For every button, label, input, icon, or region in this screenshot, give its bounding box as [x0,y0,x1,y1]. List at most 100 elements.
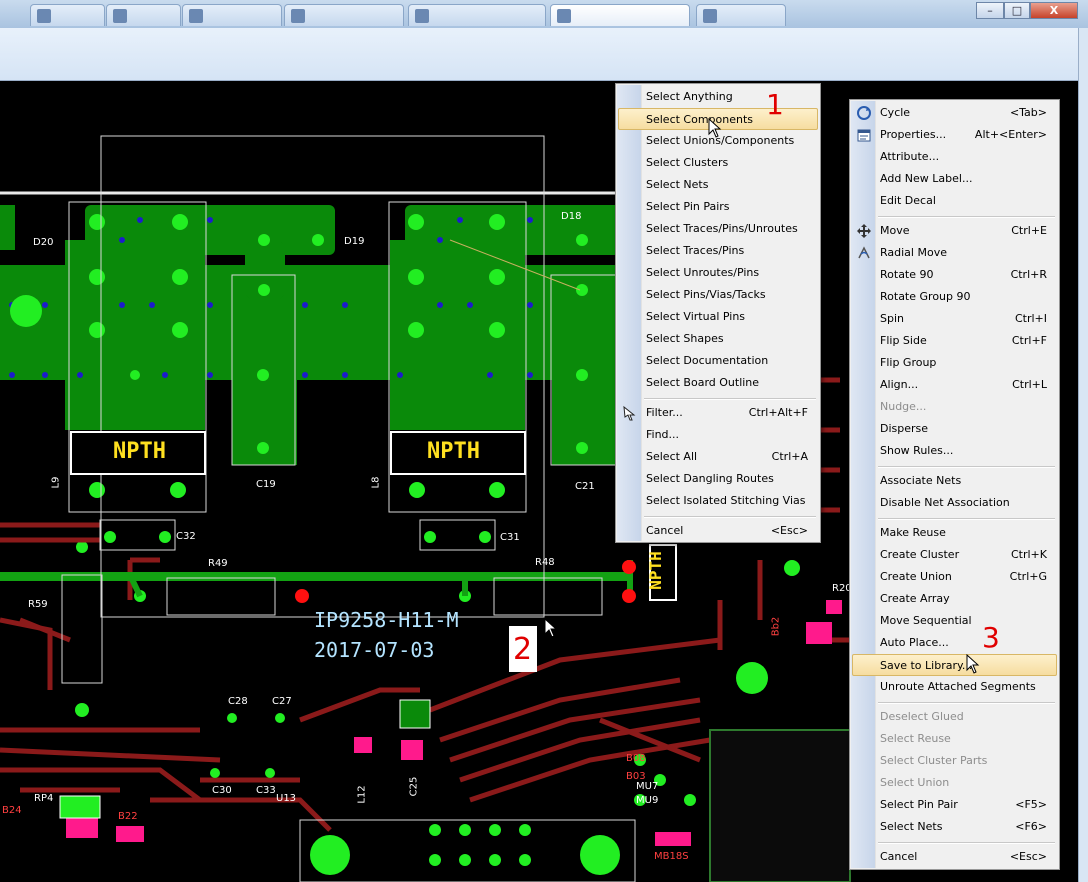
menu-item-select-pin-pair[interactable]: Select Pin Pair <F5> [852,794,1057,816]
tab-favicon-icon [415,9,429,23]
menu-item-associate-nets[interactable]: Associate Nets [852,470,1057,492]
menu-item-label: Disable Net Association [880,496,1010,509]
menu-item-select-dangling-routes[interactable]: Select Dangling Routes [618,468,818,490]
menu-item-select-virtual-pins[interactable]: Select Virtual Pins [618,306,818,328]
menu-item-label: Select All [646,450,698,463]
menu-item-cancel[interactable]: Cancel <Esc> [618,520,818,542]
menu-item-label: Edit Decal [880,194,936,207]
tab-favicon-icon [291,9,305,23]
menu-separator [644,398,816,400]
menu-item-flip-side[interactable]: Flip Side Ctrl+F [852,330,1057,352]
menu-item-disable-net-association[interactable]: Disable Net Association [852,492,1057,514]
minimize-button[interactable]: – [976,2,1004,19]
menu-item-label: Rotate 90 [880,268,934,281]
menu-item-nudge[interactable]: Nudge... [852,396,1057,418]
menu-item-shortcut: Ctrl+K [1010,548,1047,561]
menu-item-select-pin-pairs[interactable]: Select Pin Pairs [618,196,818,218]
menu-item-select-nets[interactable]: Select Nets <F6> [852,816,1057,838]
browser-tab[interactable] [106,4,181,26]
menu-item-shortcut: <F6> [1015,820,1047,833]
menu-item-label: Select Isolated Stitching Vias [646,494,806,507]
menu-item-select-board-outline[interactable]: Select Board Outline [618,372,818,394]
filter-cursor-icon [622,405,638,421]
close-button[interactable]: X [1030,2,1078,19]
radial-move-icon [856,245,872,261]
menu-item-label: Align... [880,378,919,391]
menu-item-select-traces-pins[interactable]: Select Traces/Pins [618,240,818,262]
menu-item-cancel[interactable]: Cancel <Esc> [852,846,1057,868]
menu-item-select-isolated-stitching-vias[interactable]: Select Isolated Stitching Vias [618,490,818,512]
menu-item-select-nets[interactable]: Select Nets [618,174,818,196]
browser-tab[interactable] [182,4,282,26]
menu-item-disperse[interactable]: Disperse [852,418,1057,440]
menu-separator [878,216,1055,218]
menu-item-save-to-library[interactable]: Save to Library... [852,654,1057,676]
menu-item-deselect-glued[interactable]: Deselect Glued [852,706,1057,728]
menu-item-select-shapes[interactable]: Select Shapes [618,328,818,350]
menu-item-find[interactable]: Find... [618,424,818,446]
menu-item-label: Cancel [646,524,684,537]
move-icon [856,223,872,239]
select-filter-context-menu[interactable]: Select Anything Select Components Select U… [615,83,821,543]
properties-icon [856,127,872,143]
menu-item-label: Attribute... [880,150,940,163]
tab-favicon-icon [703,9,717,23]
menu-item-attribute[interactable]: Attribute... [852,146,1057,168]
menu-item-select-clusters[interactable]: Select Clusters [618,152,818,174]
menu-item-rotate-90[interactable]: Rotate 90 Ctrl+R [852,264,1057,286]
menu-item-spin[interactable]: Spin Ctrl+I [852,308,1057,330]
menu-item-filter[interactable]: Filter... Ctrl+Alt+F [618,402,818,424]
menu-item-label: Radial Move [880,246,947,259]
menu-item-label: Show Rules... [880,444,954,457]
menu-item-label: Disperse [880,422,929,435]
menu-item-label: Select Clusters [646,156,729,169]
tab-favicon-icon [37,9,51,23]
menu-item-edit-decal[interactable]: Edit Decal [852,190,1057,212]
browser-tab-active[interactable] [550,4,690,26]
menu-item-unroute-attached-segments[interactable]: Unroute Attached Segments [852,676,1057,698]
menu-item-select-documentation[interactable]: Select Documentation [618,350,818,372]
menu-item-label: Select Traces/Pins/Unroutes [646,222,798,235]
menu-item-label: Cycle [880,106,911,119]
menu-item-label: Auto Place... [880,636,949,649]
browser-title-bar: – □ X [0,0,1088,28]
menu-item-shortcut: Ctrl+I [1014,312,1047,325]
menu-item-select-reuse[interactable]: Select Reuse [852,728,1057,750]
menu-item-radial-move[interactable]: Radial Move [852,242,1057,264]
menu-item-cycle[interactable]: Cycle <Tab> [852,102,1057,124]
browser-tab[interactable] [30,4,105,26]
menu-item-label: Find... [646,428,680,441]
menu-item-create-array[interactable]: Create Array [852,588,1057,610]
menu-item-rotate-group-90[interactable]: Rotate Group 90 [852,286,1057,308]
menu-item-select-all[interactable]: Select All Ctrl+A [618,446,818,468]
menu-item-properties[interactable]: Properties... Alt+<Enter> [852,124,1057,146]
menu-item-select-pins-vias-tacks[interactable]: Select Pins/Vias/Tacks [618,284,818,306]
browser-tab[interactable] [408,4,546,26]
tab-favicon-icon [557,9,571,23]
menu-item-select-traces-pins-unroutes[interactable]: Select Traces/Pins/Unroutes [618,218,818,240]
menu-item-move-sequential[interactable]: Move Sequential [852,610,1057,632]
browser-tab[interactable] [284,4,404,26]
menu-item-make-reuse[interactable]: Make Reuse [852,522,1057,544]
menu-item-label: Flip Side [880,334,927,347]
menu-item-label: Select Anything [646,90,733,103]
menu-item-shortcut: <Esc> [1009,850,1047,863]
menu-item-flip-group[interactable]: Flip Group [852,352,1057,374]
menu-item-create-union[interactable]: Create Union Ctrl+G [852,566,1057,588]
menu-item-select-cluster-parts[interactable]: Select Cluster Parts [852,750,1057,772]
menu-item-label: Add New Label... [880,172,973,185]
maximize-button[interactable]: □ [1004,2,1030,19]
menu-item-add-new-label[interactable]: Add New Label... [852,168,1057,190]
browser-tab[interactable] [696,4,786,26]
menu-item-auto-place[interactable]: Auto Place... [852,632,1057,654]
menu-item-show-rules[interactable]: Show Rules... [852,440,1057,462]
component-context-menu[interactable]: Cycle <Tab> Properties... Alt+<Enter> Attrib… [849,99,1060,870]
menu-item-select-anything[interactable]: Select Anything [618,86,818,108]
window-right-edge [1078,28,1088,882]
menu-item-label: Select Union [880,776,950,789]
menu-item-align[interactable]: Align... Ctrl+L [852,374,1057,396]
menu-item-move[interactable]: Move Ctrl+E [852,220,1057,242]
menu-item-select-unroutes-pins[interactable]: Select Unroutes/Pins [618,262,818,284]
menu-item-select-union[interactable]: Select Union [852,772,1057,794]
menu-item-create-cluster[interactable]: Create Cluster Ctrl+K [852,544,1057,566]
